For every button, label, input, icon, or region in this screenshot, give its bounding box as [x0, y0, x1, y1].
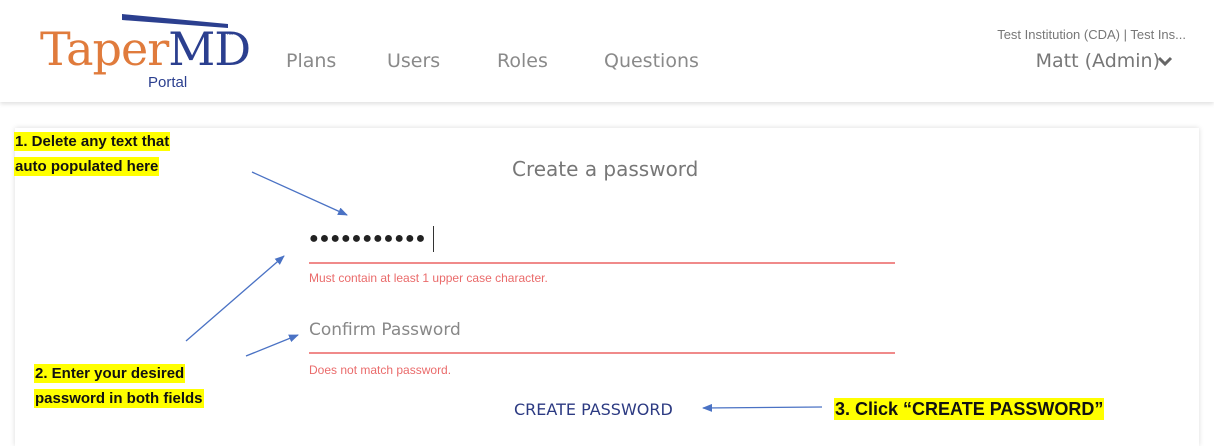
page-title: Create a password [512, 157, 699, 181]
nav-plans[interactable]: Plans [286, 50, 336, 72]
annotation-step2-line1: 2. Enter your desired [34, 364, 186, 383]
confirm-password-placeholder: Confirm Password [309, 320, 461, 340]
annotation-step3: 3. Click “CREATE PASSWORD” [834, 398, 1105, 420]
nav-users[interactable]: Users [387, 50, 440, 72]
tapermd-logo[interactable]: TaperMD ™ Portal [38, 12, 251, 94]
confirm-password-error: Does not match password. [309, 363, 452, 377]
logo-trademark: ™ [226, 32, 233, 39]
nav-questions[interactable]: Questions [604, 50, 699, 72]
annotation-step2-line2: password in both fields [34, 389, 204, 408]
password-error: Must contain at least 1 upper case chara… [309, 271, 548, 285]
institution-selector[interactable]: Test Institution (CDA) | Test Ins... [997, 27, 1186, 42]
logo-portal-text: Portal [148, 74, 188, 91]
chevron-down-icon[interactable] [1157, 55, 1173, 67]
user-menu[interactable]: Matt (Admin) [1036, 50, 1160, 72]
password-input[interactable]: ●●●●●●●●●●● [309, 222, 895, 264]
text-cursor [433, 226, 434, 252]
annotation-step1-line1: 1. Delete any text that [14, 132, 171, 151]
top-header: TaperMD ™ Portal Plans Users Roles Quest… [0, 0, 1214, 102]
create-password-button[interactable]: CREATE PASSWORD [514, 400, 673, 419]
logo-taper-text: Taper [40, 22, 169, 76]
annotation-step1-line2: auto populated here [14, 157, 160, 176]
confirm-password-input[interactable]: Confirm Password [309, 314, 895, 354]
logo-wordmark: TaperMD [40, 26, 251, 72]
logo-md-text: MD [168, 22, 251, 76]
nav-roles[interactable]: Roles [497, 50, 548, 72]
password-value: ●●●●●●●●●●● [309, 230, 427, 247]
